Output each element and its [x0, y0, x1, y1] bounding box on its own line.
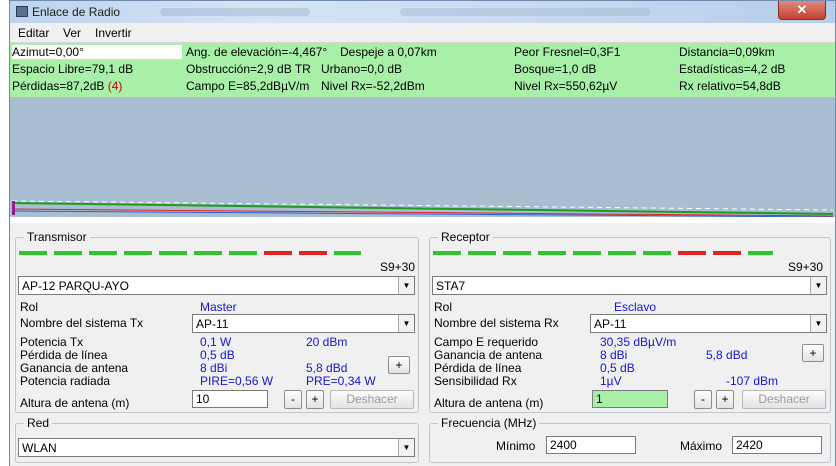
rx-gain-increment-button[interactable]: + — [802, 344, 824, 362]
frequency-group-label: Frecuencia (MHz) — [438, 416, 540, 430]
tx-antenna-height-label: Altura de antena (m) — [20, 396, 130, 410]
title-bar-decoration — [160, 8, 310, 16]
elevation-angle-value: Ang. de elevación=-4,467° — [186, 45, 328, 59]
losses-value: Pérdidas=87,2dB (4) — [12, 79, 123, 93]
transmitter-signal-label: S9+30 — [380, 260, 416, 274]
rx-antenna-gain-label: Ganancia de antena — [434, 348, 543, 362]
menu-ver[interactable]: Ver — [63, 26, 81, 40]
forest-value: Bosque=1,0 dB — [514, 62, 597, 76]
radio-link-window: Enlace de Radio ✕ Editar Ver Invertir Az… — [9, 0, 836, 466]
frequency-min-input[interactable]: 2400 — [546, 436, 636, 454]
transmitter-system-select[interactable]: AP-11 ▼ — [192, 314, 415, 333]
tx-antenna-gain-label: Ganancia de antena — [20, 361, 129, 375]
rx-height-increment-button[interactable]: + — [716, 390, 734, 409]
tx-pre-value: PRE=0,34 W — [306, 374, 376, 388]
tx-height-decrement-button[interactable]: - — [284, 390, 302, 409]
close-button[interactable]: ✕ — [778, 1, 826, 20]
azimuth-value: Azimut=0,00° — [12, 45, 182, 59]
tx-radiated-power-label: Potencia radiada — [20, 374, 111, 388]
statistics-value: Estadísticas=4,2 dB — [679, 62, 786, 76]
frequency-max-input[interactable]: 2420 — [732, 436, 822, 454]
rx-antenna-gain-dbi: 8 dBi — [600, 348, 628, 362]
receiver-role-label: Rol — [434, 300, 453, 314]
tx-gain-increment-button[interactable]: + — [388, 356, 410, 374]
transmitter-role-label: Rol — [20, 300, 39, 314]
rx-height-decrement-button[interactable]: - — [694, 390, 712, 409]
tx-line-loss-value: 0,5 dB — [200, 348, 235, 362]
menu-editar[interactable]: Editar — [18, 26, 49, 40]
receiver-group-label: Receptor — [438, 230, 493, 244]
network-group: Red WLAN ▼ — [15, 416, 419, 463]
receiver-system-label: Nombre del sistema Rx — [434, 316, 559, 330]
rx-level-uv-value: Nivel Rx=550,62µV — [514, 79, 618, 93]
receiver-station-select[interactable]: STA7 ▼ — [432, 276, 827, 295]
tx-height-increment-button[interactable]: + — [306, 390, 324, 409]
rx-sensitivity-dbm: -107 dBm — [726, 374, 779, 388]
tx-power-watts: 0,1 W — [200, 335, 232, 349]
terrain-profile-graphic — [10, 97, 835, 223]
transmitter-signal-meter — [19, 251, 361, 255]
receiver-group: Receptor S9+30 STA7 ▼ Rol Esclavo Nombre… — [429, 230, 831, 413]
title-bar-decoration — [400, 8, 650, 16]
rx-undo-button[interactable]: Deshacer — [742, 390, 826, 409]
transmitter-station-select[interactable]: AP-12 PARQU-AYO ▼ — [18, 276, 415, 295]
tx-antenna-gain-dbi: 8 dBi — [200, 361, 228, 375]
worst-fresnel-value: Peor Fresnel=0,3F1 — [514, 45, 621, 59]
rx-required-field-value: 30,35 dBµV/m — [600, 335, 677, 349]
rx-sensitivity-label: Sensibilidad Rx — [434, 374, 517, 388]
rx-antenna-gain-dbd: 5,8 dBd — [706, 348, 748, 362]
rx-line-loss-label: Pérdida de línea — [434, 361, 522, 375]
chevron-down-icon[interactable]: ▼ — [810, 315, 826, 332]
rx-antenna-height-input[interactable]: 1 — [592, 390, 668, 408]
e-field-value: Campo E=85,2dBµV/m — [186, 79, 310, 93]
link-summary-panel: Azimut=0,00° Ang. de elevación=-4,467° D… — [10, 43, 835, 97]
tx-line-loss-label: Pérdida de línea — [20, 348, 108, 362]
rx-level-dbm-value: Nivel Rx=-52,2dBm — [321, 79, 425, 93]
tx-undo-button[interactable]: Deshacer — [330, 390, 414, 409]
chevron-down-icon[interactable]: ▼ — [398, 277, 414, 294]
rx-line-loss-value: 0,5 dB — [600, 361, 635, 375]
rx-relative-value: Rx relativo=54,8dB — [679, 79, 781, 93]
rx-required-field-label: Campo E requerido — [434, 335, 539, 349]
link-parameters: Transmisor S9+30 AP-12 PARQU-AYO ▼ Rol M… — [10, 223, 835, 466]
network-group-label: Red — [24, 416, 53, 430]
window-title: Enlace de Radio — [32, 5, 121, 19]
transmitter-role-value: Master — [200, 300, 237, 314]
free-space-value: Espacio Libre=79,1 dB — [12, 62, 134, 76]
transmitter-system-label: Nombre del sistema Tx — [20, 316, 144, 330]
title-bar[interactable]: Enlace de Radio ✕ — [10, 1, 835, 23]
chevron-down-icon[interactable]: ▼ — [398, 315, 414, 332]
rx-antenna-height-label: Altura de antena (m) — [434, 396, 544, 410]
receiver-signal-label: S9+30 — [788, 260, 824, 274]
radio-link-icon — [16, 6, 28, 17]
obstruction-value: Obstrucción=2,9 dB TR — [186, 62, 311, 76]
urban-value: Urbano=0,0 dB — [321, 62, 403, 76]
tx-antenna-gain-dbd: 5,8 dBd — [306, 361, 348, 375]
tx-power-label: Potencia Tx — [20, 335, 84, 349]
menu-bar: Editar Ver Invertir — [10, 23, 835, 43]
menu-invertir[interactable]: Invertir — [95, 26, 132, 40]
receiver-role-value: Esclavo — [614, 300, 657, 314]
transmitter-group: Transmisor S9+30 AP-12 PARQU-AYO ▼ Rol M… — [15, 230, 419, 413]
distance-value: Distancia=0,09km — [679, 45, 775, 59]
frequency-max-label: Máximo — [680, 439, 723, 453]
chevron-down-icon[interactable]: ▼ — [810, 277, 826, 294]
tx-pire-value: PIRE=0,56 W — [200, 374, 274, 388]
frequency-group: Frecuencia (MHz) Mínimo 2400 Máximo 2420 — [429, 416, 831, 463]
frequency-min-label: Mínimo — [496, 439, 536, 453]
network-select[interactable]: WLAN ▼ — [18, 438, 415, 457]
clearance-value: Despeje a 0,07km — [340, 45, 437, 59]
receiver-system-select[interactable]: AP-11 ▼ — [590, 314, 827, 333]
tx-power-dbm: 20 dBm — [306, 335, 348, 349]
tx-antenna-height-input[interactable]: 10 — [192, 390, 268, 408]
chevron-down-icon[interactable]: ▼ — [398, 439, 414, 456]
transmitter-group-label: Transmisor — [24, 230, 90, 244]
terrain-profile-view[interactable] — [10, 97, 835, 223]
rx-sensitivity-uv: 1µV — [600, 374, 622, 388]
receiver-signal-meter — [433, 251, 773, 255]
